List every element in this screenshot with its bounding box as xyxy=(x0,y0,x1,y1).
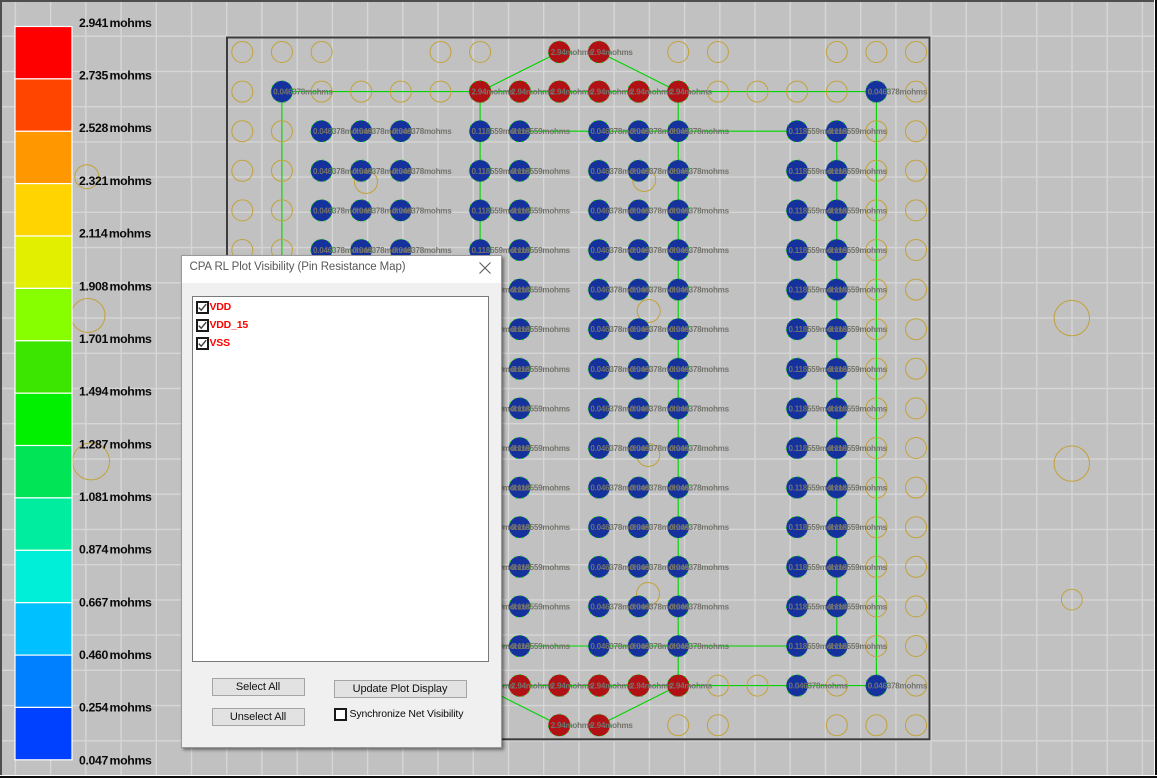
svg-text:2.94mohms: 2.94mohms xyxy=(670,88,713,97)
svg-text:2.94mohms: 2.94mohms xyxy=(511,682,554,691)
svg-text:0.118559mohms: 0.118559mohms xyxy=(828,167,888,176)
svg-text:0.460mohms: 0.460mohms xyxy=(79,648,152,662)
svg-text:0.118559mohms: 0.118559mohms xyxy=(511,167,571,176)
svg-text:2.94mohms: 2.94mohms xyxy=(551,88,594,97)
svg-text:2.94mohms: 2.94mohms xyxy=(511,88,554,97)
svg-text:0.046378mohms: 0.046378mohms xyxy=(392,206,452,215)
svg-text:2.94mohms: 2.94mohms xyxy=(590,48,633,57)
svg-text:0.874mohms: 0.874mohms xyxy=(79,543,152,557)
svg-text:0.118559mohms: 0.118559mohms xyxy=(511,127,571,136)
svg-text:0.046378mohms: 0.046378mohms xyxy=(868,682,928,691)
svg-text:0.118559mohms: 0.118559mohms xyxy=(511,444,571,453)
svg-text:1.494mohms: 1.494mohms xyxy=(79,385,152,399)
svg-text:2.94mohms: 2.94mohms xyxy=(551,682,594,691)
svg-text:0.046378mohms: 0.046378mohms xyxy=(273,88,333,97)
svg-text:0.046378mohms: 0.046378mohms xyxy=(670,444,730,453)
svg-text:0.047mohms: 0.047mohms xyxy=(79,753,152,767)
svg-text:1.701mohms: 1.701mohms xyxy=(79,332,152,346)
svg-text:2.94mohms: 2.94mohms xyxy=(590,682,633,691)
svg-text:2.735mohms: 2.735mohms xyxy=(79,69,152,83)
svg-text:0.118559mohms: 0.118559mohms xyxy=(828,642,888,651)
svg-text:0.046378mohms: 0.046378mohms xyxy=(392,167,452,176)
svg-text:0.118559mohms: 0.118559mohms xyxy=(828,563,888,572)
svg-text:0.118559mohms: 0.118559mohms xyxy=(828,365,888,374)
svg-text:0.118559mohms: 0.118559mohms xyxy=(828,523,888,532)
svg-text:0.118559mohms: 0.118559mohms xyxy=(511,404,571,413)
svg-text:0.118559mohms: 0.118559mohms xyxy=(828,286,888,295)
svg-text:0.046378mohms: 0.046378mohms xyxy=(670,167,730,176)
svg-text:2.94mohms: 2.94mohms xyxy=(670,682,713,691)
svg-text:0.046378mohms: 0.046378mohms xyxy=(670,523,730,532)
svg-text:0.046378mohms: 0.046378mohms xyxy=(392,127,452,136)
svg-text:2.94mohms: 2.94mohms xyxy=(630,682,673,691)
svg-text:2.321mohms: 2.321mohms xyxy=(79,174,152,188)
svg-text:0.118559mohms: 0.118559mohms xyxy=(828,246,888,255)
svg-text:1.081mohms: 1.081mohms xyxy=(79,490,152,504)
svg-text:0.118559mohms: 0.118559mohms xyxy=(511,206,571,215)
svg-text:2.94mohms: 2.94mohms xyxy=(551,721,594,730)
svg-text:0.254mohms: 0.254mohms xyxy=(79,701,152,715)
svg-text:0.118559mohms: 0.118559mohms xyxy=(511,325,571,334)
svg-text:0.667mohms: 0.667mohms xyxy=(79,595,152,609)
svg-text:2.94mohms: 2.94mohms xyxy=(590,88,633,97)
svg-text:0.118559mohms: 0.118559mohms xyxy=(828,206,888,215)
svg-text:2.114mohms: 2.114mohms xyxy=(79,227,151,241)
svg-text:0.046378mohms: 0.046378mohms xyxy=(670,602,730,611)
svg-text:0.046378mohms: 0.046378mohms xyxy=(670,246,730,255)
svg-text:0.118559mohms: 0.118559mohms xyxy=(511,563,571,572)
svg-text:2.94mohms: 2.94mohms xyxy=(551,48,594,57)
svg-text:0.118559mohms: 0.118559mohms xyxy=(511,286,571,295)
svg-text:0.046378mohms: 0.046378mohms xyxy=(789,682,849,691)
svg-text:0.046378mohms: 0.046378mohms xyxy=(670,206,730,215)
svg-text:0.046378mohms: 0.046378mohms xyxy=(670,127,730,136)
svg-text:0.118559mohms: 0.118559mohms xyxy=(828,484,888,493)
svg-text:0.046378mohms: 0.046378mohms xyxy=(670,563,730,572)
svg-text:2.941mohms: 2.941mohms xyxy=(79,16,152,30)
svg-text:0.118559mohms: 0.118559mohms xyxy=(828,127,888,136)
svg-text:0.118559mohms: 0.118559mohms xyxy=(511,246,571,255)
svg-text:0.046378mohms: 0.046378mohms xyxy=(670,286,730,295)
svg-text:0.118559mohms: 0.118559mohms xyxy=(511,523,571,532)
svg-text:0.046378mohms: 0.046378mohms xyxy=(670,484,730,493)
svg-text:2.94mohms: 2.94mohms xyxy=(590,721,633,730)
svg-text:0.118559mohms: 0.118559mohms xyxy=(511,484,571,493)
svg-text:1.908mohms: 1.908mohms xyxy=(79,279,152,293)
svg-text:0.118559mohms: 0.118559mohms xyxy=(511,602,571,611)
svg-text:0.118559mohms: 0.118559mohms xyxy=(828,325,888,334)
svg-text:0.118559mohms: 0.118559mohms xyxy=(828,602,888,611)
svg-text:0.118559mohms: 0.118559mohms xyxy=(828,404,888,413)
svg-text:0.046378mohms: 0.046378mohms xyxy=(670,325,730,334)
svg-text:0.118559mohms: 0.118559mohms xyxy=(828,444,888,453)
svg-text:0.118559mohms: 0.118559mohms xyxy=(511,365,571,374)
svg-text:0.046378mohms: 0.046378mohms xyxy=(670,404,730,413)
svg-text:2.528mohms: 2.528mohms xyxy=(79,121,152,135)
svg-text:2.94mohms: 2.94mohms xyxy=(630,88,673,97)
svg-text:1.287mohms: 1.287mohms xyxy=(79,437,152,451)
svg-text:2.94mohms: 2.94mohms xyxy=(472,88,515,97)
svg-text:0.046378mohms: 0.046378mohms xyxy=(868,88,928,97)
svg-text:0.046378mohms: 0.046378mohms xyxy=(670,365,730,374)
svg-text:0.118559mohms: 0.118559mohms xyxy=(511,642,571,651)
svg-text:0.046378mohms: 0.046378mohms xyxy=(670,642,730,651)
